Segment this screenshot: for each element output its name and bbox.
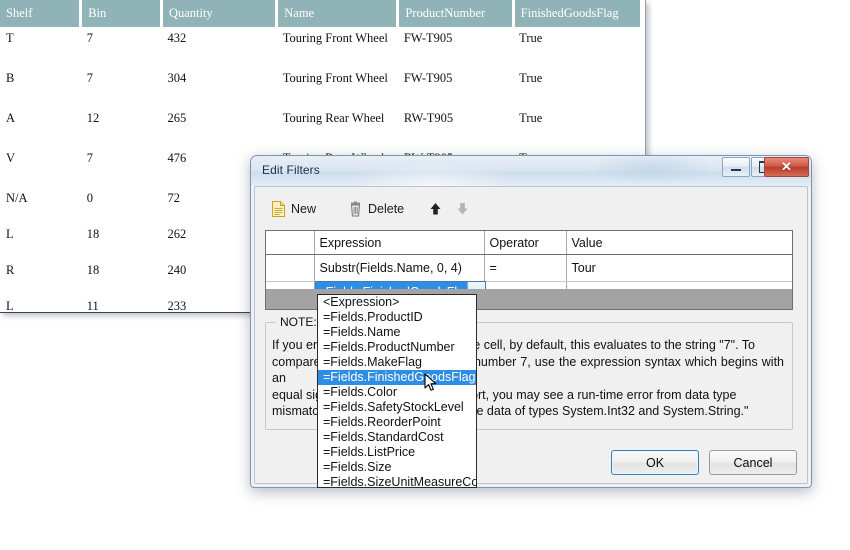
report-cell-shelf: B <box>6 71 15 85</box>
grid-header-selector <box>266 231 315 255</box>
report-column-header-name: Name <box>276 0 400 27</box>
report-cell-bin: 0 <box>86 191 93 205</box>
report-row: B 7 304 Touring Front Wheel FW-T905 True <box>0 67 640 107</box>
arrow-up-icon <box>428 201 443 217</box>
report-cell-shelf: V <box>6 151 16 165</box>
arrow-down-icon <box>455 201 470 217</box>
report-cell-bin: 11 <box>86 299 99 313</box>
move-filter-up-button[interactable] <box>428 197 443 221</box>
dropdown-item[interactable]: =Fields.ProductNumber <box>318 340 476 355</box>
ok-button[interactable]: OK <box>611 450 699 475</box>
dropdown-item[interactable]: =Fields.SafetyStockLevel <box>318 400 476 415</box>
new-document-icon <box>271 201 286 217</box>
dropdown-item[interactable]: =Fields.MakeFlag <box>318 355 476 370</box>
trash-icon <box>348 201 363 217</box>
report-cell-shelf: N/A <box>6 191 28 205</box>
note-legend: NOTE: <box>276 315 321 329</box>
report-cell-quantity: 265 <box>167 111 187 125</box>
dropdown-item[interactable]: =Fields.ListPrice <box>318 445 476 460</box>
dropdown-item[interactable]: <Expression> <box>318 295 476 310</box>
grid-header-value: Value <box>566 231 792 255</box>
report-header-row: Shelf Bin Quantity Name ProductNumber Fi… <box>0 0 640 27</box>
report-cell-quantity: 304 <box>167 71 187 85</box>
report-column-header-quantity: Quantity <box>161 0 279 27</box>
screen-root: Shelf Bin Quantity Name ProductNumber Fi… <box>0 0 850 550</box>
close-button[interactable]: ✕ <box>764 157 809 177</box>
dropdown-item[interactable]: =Fields.ProductID <box>318 310 476 325</box>
filter-row-1-value[interactable]: Tour <box>566 254 792 282</box>
report-cell-shelf: A <box>6 111 16 125</box>
report-cell-bin: 12 <box>86 111 100 125</box>
report-cell-shelf: R <box>6 263 15 277</box>
dialog-title: Edit Filters <box>262 163 320 177</box>
report-column-header-bin: Bin <box>80 0 163 27</box>
report-column-header-finishedgoodsflag: FinishedGoodsFlag <box>513 0 640 27</box>
report-cell-productnumber: RW-T905 <box>403 111 454 125</box>
minimize-icon <box>723 158 749 176</box>
grid-header-operator: Operator <box>484 231 567 255</box>
cancel-button[interactable]: Cancel <box>709 450 797 475</box>
filter-row-1[interactable]: Substr(Fields.Name, 0, 4) = Tour <box>266 254 792 282</box>
dialog-titlebar[interactable]: Edit Filters ✕ <box>251 156 811 186</box>
report-cell-bin: 7 <box>86 151 93 165</box>
new-filter-button[interactable]: New <box>271 197 316 221</box>
dropdown-item[interactable]: =Fields.StandardCost <box>318 430 476 445</box>
move-filter-down-button[interactable] <box>455 197 470 221</box>
delete-filter-label: Delete <box>368 202 405 216</box>
report-column-header-productnumber: ProductNumber <box>397 0 515 27</box>
report-cell-finishedgoodsflag: True <box>519 71 543 85</box>
filter-row-1-expression[interactable]: Substr(Fields.Name, 0, 4) <box>314 254 485 282</box>
report-cell-productnumber: FW-T905 <box>403 31 453 45</box>
report-cell-bin: 7 <box>86 31 93 45</box>
report-cell-name: Touring Front Wheel <box>282 31 388 45</box>
report-cell-finishedgoodsflag: True <box>519 111 543 125</box>
report-cell-shelf: L <box>6 227 14 241</box>
delete-filter-button[interactable]: Delete <box>348 197 404 221</box>
dropdown-item[interactable]: =Fields.Name <box>318 325 476 340</box>
report-cell-bin: 18 <box>86 263 100 277</box>
filter-row-1-conjunction[interactable] <box>266 254 315 282</box>
minimize-button[interactable] <box>722 157 750 177</box>
filters-grid-header-row: Expression Operator Value <box>266 231 792 255</box>
report-cell-shelf: T <box>6 31 14 45</box>
dropdown-item[interactable]: =Fields.Color <box>318 385 476 400</box>
dropdown-item[interactable]: =Fields.Size <box>318 460 476 475</box>
report-cell-bin: 18 <box>86 227 100 241</box>
report-cell-shelf: L <box>6 299 14 313</box>
dropdown-item[interactable]: =Fields.FinishedGoodsFlag <box>318 370 476 385</box>
report-cell-productnumber: FW-T905 <box>403 71 453 85</box>
report-cell-quantity: 432 <box>167 31 187 45</box>
dropdown-item[interactable]: =Fields.ReorderPoint <box>318 415 476 430</box>
new-filter-label: New <box>291 202 317 216</box>
filter-row-1-operator[interactable]: = <box>484 254 567 282</box>
grid-header-expression: Expression <box>314 231 485 255</box>
expression-dropdown-list[interactable]: <Expression> =Fields.ProductID =Fields.Nam… <box>317 294 477 488</box>
dropdown-item[interactable]: =Fields.SizeUnitMeasureCode <box>318 475 476 487</box>
report-cell-name: Touring Rear Wheel <box>282 111 385 125</box>
filters-toolbar: New Delete <box>263 194 793 226</box>
report-row: T 7 432 Touring Front Wheel FW-T905 True <box>0 27 640 67</box>
report-column-header-shelf: Shelf <box>0 0 83 27</box>
report-cell-bin: 7 <box>86 71 93 85</box>
report-cell-name: Touring Front Wheel <box>282 71 388 85</box>
report-row: A 12 265 Touring Rear Wheel RW-T905 True <box>0 107 640 147</box>
close-icon: ✕ <box>781 159 792 174</box>
report-cell-finishedgoodsflag: True <box>519 31 543 45</box>
